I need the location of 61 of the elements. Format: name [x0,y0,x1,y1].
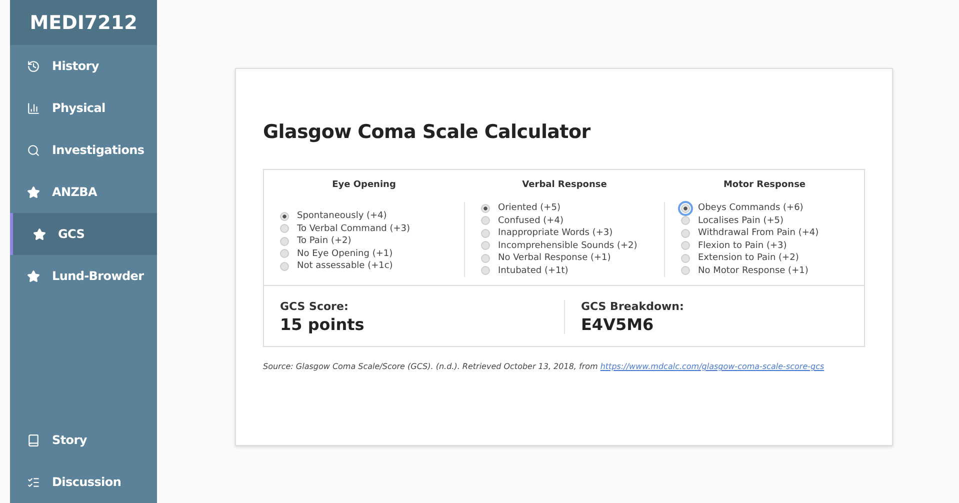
sidebar-item[interactable]: History [10,45,157,87]
option-label[interactable]: Spontaneously (+4) [297,211,387,222]
radio-button[interactable] [280,212,289,221]
sidebar-item[interactable]: GCS [10,213,157,255]
option-label[interactable]: To Pain (+2) [297,236,352,246]
bar-chart-icon [27,102,40,114]
history-icon [27,60,40,72]
radio-button[interactable] [280,236,289,246]
sidebar-item[interactable]: ANZBA [10,171,157,213]
group-heading: Motor Response [722,180,807,190]
radio-button[interactable] [681,266,690,276]
source-link[interactable]: https://www.mdcalc.com/glasgow-coma-scale-score-gcs [600,362,824,371]
option-label[interactable]: Confused (+4) [498,216,564,226]
result-label: GCS Breakdown: [581,300,685,313]
radio-button[interactable] [481,254,490,263]
sidebar-item[interactable]: Discussion [10,461,157,503]
source-citation: Source: Glasgow Coma Scale/Score (GCS). (n.d.). Retrieved October 13, 2018, from https://www.mdcalc.com/glasgow-coma-scale-score-gcs [263,361,826,373]
option-label[interactable]: Localises Pain (+5) [698,216,784,226]
list-icon [27,476,40,488]
option-label[interactable]: Withdrawal From Pain (+4) [698,228,819,238]
radio-button[interactable] [280,224,289,234]
book-icon [27,434,40,446]
option-label[interactable]: Oriented (+5) [498,203,560,214]
option-label[interactable]: Extension to Pain (+2) [698,253,799,264]
option-label[interactable]: Flexion to Pain (+3) [698,240,787,251]
calculator-title: Glasgow Coma Scale Calculator [263,121,592,143]
option-label[interactable]: No Eye Opening (+1) [297,248,393,259]
option-label[interactable]: No Verbal Response (+1) [498,253,611,264]
radio-button[interactable] [481,204,490,213]
sidebar-title: MEDI7212 [10,0,157,45]
sidebar-item[interactable]: Lund-Browder [10,255,157,297]
radio-button[interactable] [681,204,690,213]
star-icon [33,228,46,240]
search-icon [27,144,40,156]
group-heading: Verbal Response [521,180,608,190]
option-label[interactable]: Not assessable (+1c) [297,261,393,272]
radio-button[interactable] [481,216,490,226]
radio-button[interactable] [681,254,690,263]
star-icon [27,270,40,282]
radio-button[interactable] [481,228,490,238]
option-label[interactable]: Incomprehensible Sounds (+2) [498,240,638,251]
group-heading: Eye Opening [331,180,397,190]
radio-button[interactable] [681,241,690,250]
result-value: 15 points [280,315,366,334]
option-label[interactable]: Inappropriate Words (+3) [498,228,613,238]
star-icon [27,186,40,198]
sidebar-item[interactable]: Story [10,419,157,461]
radio-button[interactable] [681,216,690,226]
result-value: E4V5M6 [581,315,655,334]
sidebar-item[interactable]: Investigations [10,129,157,171]
result-label: GCS Score: [280,300,350,313]
sidebar-item[interactable]: Physical [10,87,157,129]
option-label[interactable]: To Verbal Command (+3) [297,224,410,234]
radio-button[interactable] [681,228,690,238]
option-label[interactable]: No Motor Response (+1) [698,266,808,276]
option-label[interactable]: Intubated (+1t) [498,266,568,276]
radio-button[interactable] [280,249,289,258]
option-label[interactable]: Obeys Commands (+6) [698,203,804,214]
radio-button[interactable] [280,262,289,271]
radio-button[interactable] [481,241,490,250]
radio-button[interactable] [481,266,490,276]
